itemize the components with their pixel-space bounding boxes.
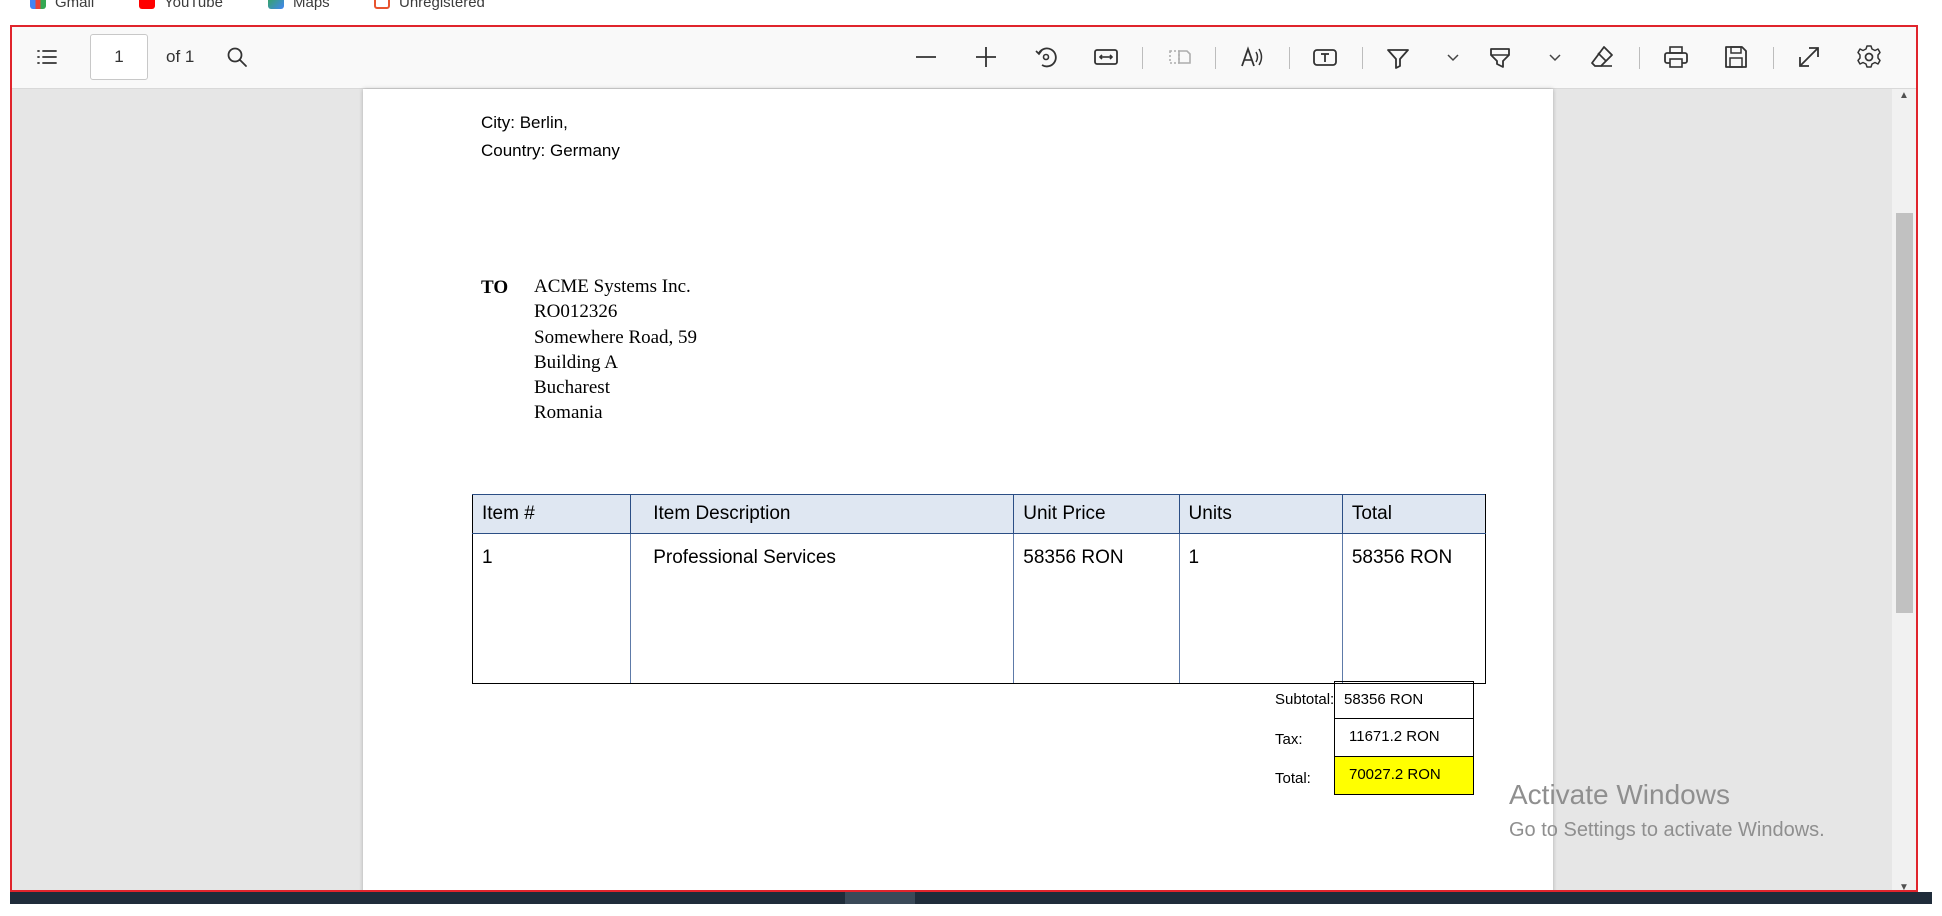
recipient-line: Bucharest: [534, 377, 610, 399]
zoom-in-icon: [976, 47, 996, 67]
scroll-down-arrow-icon[interactable]: ▼: [1899, 882, 1909, 890]
eraser-button[interactable]: [1589, 44, 1615, 70]
save-button[interactable]: [1723, 44, 1749, 70]
text-box-icon: [1313, 49, 1337, 66]
fit-width-button[interactable]: [1093, 44, 1119, 70]
taskbar: [10, 892, 1932, 904]
settings-icon: [1857, 45, 1881, 68]
chevron-down-icon: [1447, 54, 1459, 62]
toolbar-divider: [1773, 47, 1774, 69]
vertical-scrollbar[interactable]: ▲ ▼: [1892, 89, 1916, 890]
draw-options-dropdown[interactable]: [1440, 44, 1466, 70]
sender-city: City: Berlin,: [481, 113, 568, 132]
cell-item-description: Professional Services: [630, 533, 1015, 684]
toolbar-divider: [1142, 47, 1143, 69]
save-icon: [1725, 46, 1747, 68]
fullscreen-button[interactable]: [1796, 44, 1822, 70]
items-table: Item # Item Description Unit Price Units…: [471, 494, 1487, 684]
unregistered-icon: [374, 0, 390, 9]
recipient-line: Building A: [534, 351, 618, 373]
bookmarks-bar: Gmail YouTube Maps Unregistered: [0, 0, 1942, 24]
pdf-toolbar: 1 of 1: [12, 27, 1916, 89]
recipient-line: Romania: [534, 402, 603, 424]
table-row: 1 Professional Services 58356 RON 1 5835…: [471, 533, 1487, 684]
read-aloud-button[interactable]: [1239, 44, 1265, 70]
header-units: Units: [1178, 494, 1343, 534]
youtube-icon: [139, 0, 155, 9]
tax-value: 11671.2 RON: [1334, 719, 1474, 757]
rotate-icon: [1035, 47, 1057, 68]
bookmark-youtube[interactable]: YouTube: [139, 0, 223, 11]
subtotal-label: Subtotal:: [1275, 691, 1335, 708]
activation-watermark-title: Activate Windows: [1509, 779, 1730, 810]
recipient-line: Somewhere Road, 59: [534, 326, 698, 348]
activation-watermark-subtitle: Go to Settings to activate Windows.: [1509, 819, 1825, 841]
recipient-line: ACME Systems Inc.: [534, 276, 691, 297]
cell-total: 58356 RON: [1341, 533, 1487, 684]
eraser-icon: [1591, 46, 1613, 67]
maps-icon: [268, 0, 284, 9]
tax-label: Tax:: [1275, 731, 1303, 748]
page-count: of 1: [166, 47, 195, 66]
scroll-up-arrow-icon[interactable]: ▲: [1899, 90, 1909, 101]
scrollbar-thumb[interactable]: [1896, 213, 1913, 613]
settings-button[interactable]: [1856, 44, 1882, 70]
header-item-number: Item #: [471, 494, 632, 534]
cell-unit-price: 58356 RON: [1013, 533, 1180, 684]
sender-country: Country: Germany: [481, 141, 620, 160]
search-button[interactable]: [224, 44, 250, 70]
rotate-button[interactable]: [1033, 44, 1059, 70]
pdf-viewer: 1 of 1 City: Berlin, Country: Germany TO…: [10, 25, 1918, 892]
document-page: City: Berlin, Country: Germany TO ACME S…: [363, 89, 1553, 890]
cell-item-number: 1: [471, 533, 632, 684]
total-value: 70027.2 RON: [1334, 757, 1474, 795]
print-button[interactable]: [1663, 44, 1689, 70]
fullscreen-icon: [1799, 47, 1819, 67]
search-icon: [227, 47, 247, 67]
fit-width-icon: [1094, 49, 1118, 65]
toolbar-divider: [1362, 47, 1363, 69]
recipient-address: ACME Systems Inc. RO012326 Somewhere Roa…: [534, 274, 697, 426]
highlight-options-dropdown[interactable]: [1542, 44, 1568, 70]
contents-icon: [37, 50, 57, 64]
contents-button[interactable]: [34, 44, 60, 70]
read-aloud-icon: [1241, 46, 1263, 67]
bookmark-maps[interactable]: Maps: [268, 0, 330, 11]
header-item-description: Item Description: [630, 494, 1015, 534]
chevron-down-icon: [1549, 54, 1561, 62]
draw-icon: [1387, 49, 1409, 69]
zoom-out-icon: [916, 56, 936, 58]
subtotal-value: 58356 RON: [1334, 681, 1474, 719]
gmail-icon: [30, 0, 46, 9]
bookmark-gmail[interactable]: Gmail: [30, 0, 94, 11]
recipient-line: RO012326: [534, 301, 618, 323]
page-number-input[interactable]: 1: [90, 34, 148, 80]
text-box-button[interactable]: [1312, 44, 1338, 70]
recipient-label: TO: [481, 277, 509, 298]
page-view-button[interactable]: [1167, 44, 1193, 70]
print-icon: [1664, 46, 1688, 68]
toolbar-divider: [1639, 47, 1640, 69]
header-unit-price: Unit Price: [1013, 494, 1180, 534]
bookmark-unregistered[interactable]: Unregistered: [374, 0, 485, 11]
table-header-row: Item # Item Description Unit Price Units…: [471, 494, 1487, 534]
highlight-button[interactable]: [1487, 44, 1513, 70]
highlight-icon: [1490, 48, 1510, 68]
total-label: Total:: [1275, 770, 1311, 787]
zoom-out-button[interactable]: [913, 44, 939, 70]
toolbar-divider: [1215, 47, 1216, 69]
zoom-in-button[interactable]: [973, 44, 999, 70]
page-view-icon: [1169, 50, 1191, 64]
draw-button[interactable]: [1385, 44, 1411, 70]
toolbar-divider: [1289, 47, 1290, 69]
header-total: Total: [1341, 494, 1487, 534]
cell-units: 1: [1178, 533, 1343, 684]
taskbar-item[interactable]: [845, 892, 915, 904]
